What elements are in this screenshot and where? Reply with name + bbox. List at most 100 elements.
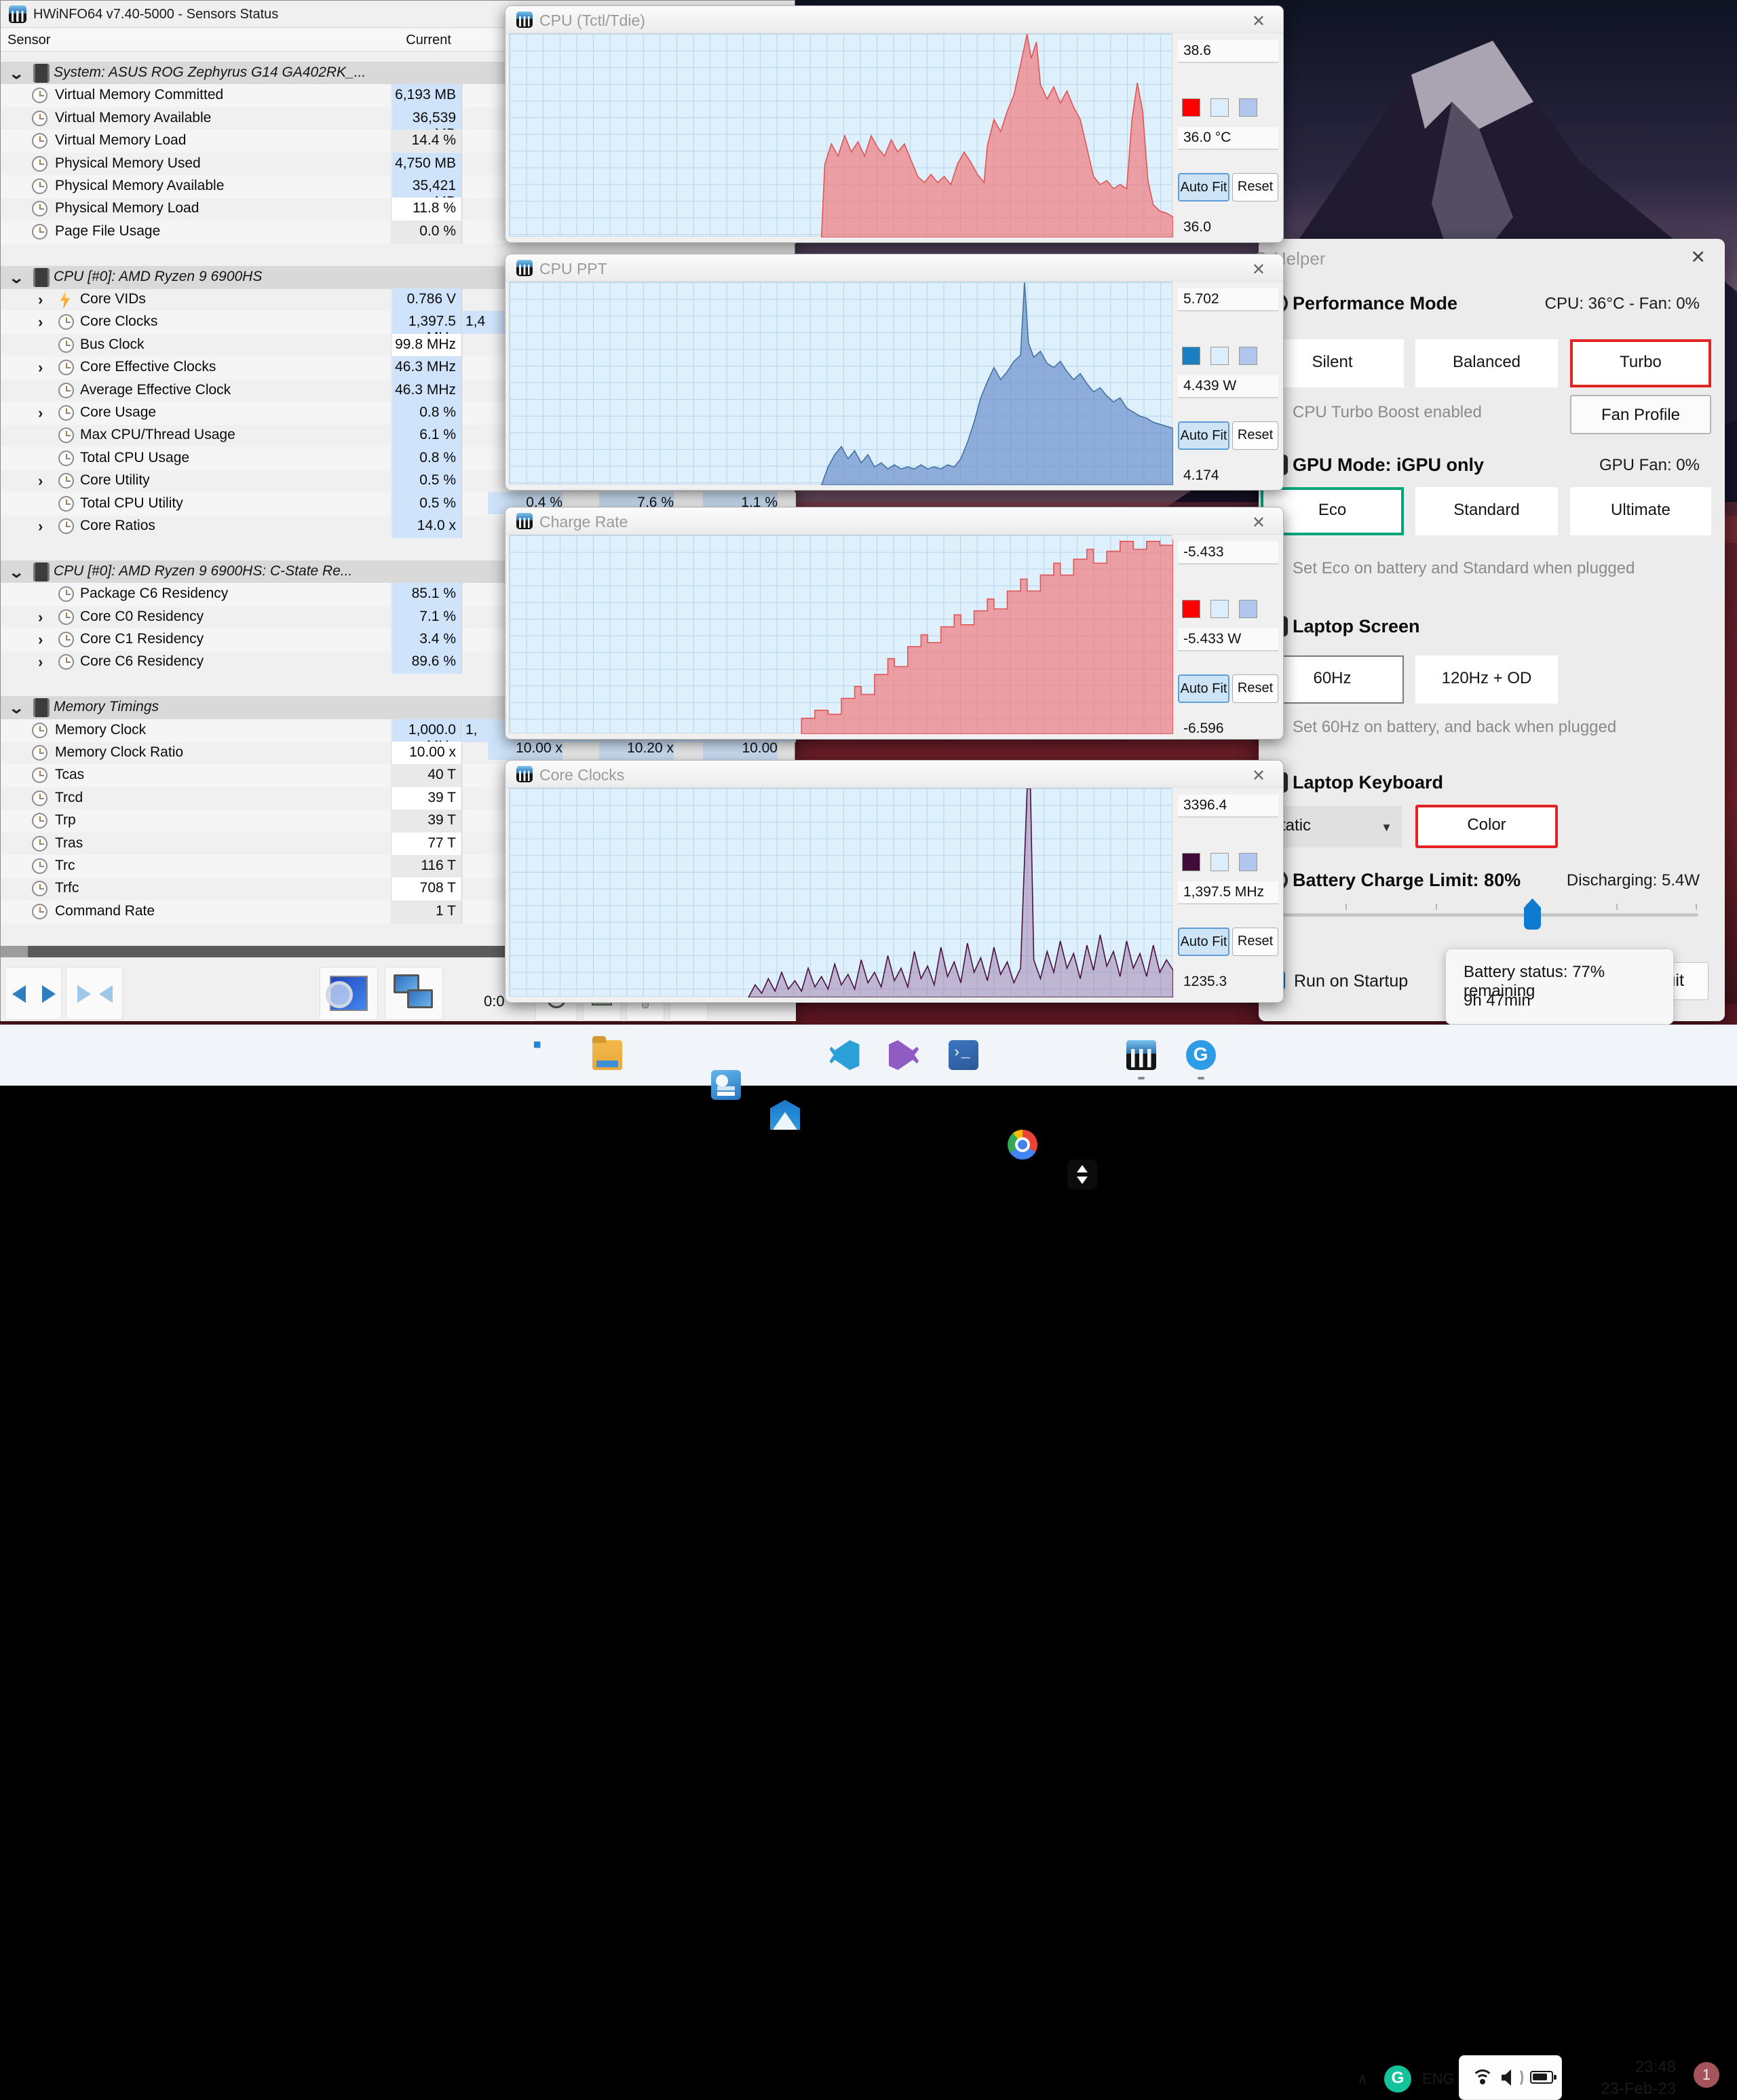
- chevron-down-icon[interactable]: ⌄: [8, 269, 24, 287]
- sensor-current-value: 14.4 %: [392, 130, 462, 153]
- tray-clock-date[interactable]: 23-Feb-23: [1588, 2080, 1676, 2099]
- series-color-swatch[interactable]: [1182, 853, 1200, 871]
- grid-color-swatch[interactable]: [1239, 600, 1257, 618]
- notification-badge[interactable]: 1: [1694, 2062, 1719, 2088]
- close-icon[interactable]: ✕: [1252, 260, 1265, 280]
- system-tray-group[interactable]: [1459, 2055, 1562, 2100]
- column-header-sensor[interactable]: Sensor: [7, 33, 50, 48]
- background-color-swatch[interactable]: [1210, 98, 1229, 117]
- taskbar-icon-gear[interactable]: [651, 1040, 681, 1070]
- grid-color-swatch[interactable]: [1239, 853, 1257, 871]
- series-color-swatch[interactable]: [1182, 600, 1200, 618]
- close-icon[interactable]: ✕: [1252, 766, 1265, 786]
- auto-fit-button[interactable]: Auto Fit: [1178, 928, 1229, 956]
- sensor-current-value: 0.5 %: [392, 470, 462, 493]
- background-color-swatch[interactable]: [1210, 347, 1229, 365]
- chevron-down-icon[interactable]: ⌄: [8, 564, 24, 581]
- sensor-label: Core C0 Residency: [80, 608, 204, 624]
- background-color-swatch[interactable]: [1210, 853, 1229, 871]
- chevron-right-icon[interactable]: ›: [38, 518, 43, 535]
- reset-button[interactable]: Reset: [1232, 928, 1278, 956]
- ultimate-button[interactable]: Ultimate: [1570, 487, 1711, 535]
- language-indicator[interactable]: ENG: [1422, 2070, 1455, 2088]
- taskbar-icon-start[interactable]: [534, 1042, 541, 1048]
- chevron-down-icon[interactable]: ⌄: [8, 65, 24, 83]
- chevron-down-icon[interactable]: ⌄: [8, 700, 24, 717]
- graph-title: Core Clocks: [539, 766, 625, 784]
- chevron-right-icon[interactable]: ›: [38, 313, 43, 331]
- sensor-label: Virtual Memory Committed: [55, 87, 224, 103]
- sensor-label: Core Ratios: [80, 518, 155, 533]
- sensor-label: Trp: [55, 812, 76, 828]
- discharge-status: Discharging: 5.4W: [1566, 871, 1700, 890]
- taskbar-icon-folder[interactable]: [592, 1036, 622, 1070]
- slider-handle[interactable]: [1524, 898, 1541, 930]
- tray-clock-time[interactable]: 23:48: [1601, 2058, 1676, 2077]
- close-icon[interactable]: ✕: [1252, 513, 1265, 533]
- sensor-name-cell: Trc: [1, 855, 392, 878]
- reset-button[interactable]: Reset: [1232, 173, 1278, 202]
- graph-current-value: 1,397.5 MHz: [1178, 881, 1278, 904]
- battery-limit-slider[interactable]: [1264, 898, 1698, 930]
- taskbar-icon-vscode[interactable]: [829, 1040, 860, 1070]
- standard-button[interactable]: Standard: [1415, 487, 1558, 535]
- close-icon[interactable]: ✕: [1690, 247, 1706, 268]
- remote-monitor-button[interactable]: [385, 967, 443, 1020]
- clock-sensor-icon: [58, 609, 74, 625]
- auto-fit-button[interactable]: Auto Fit: [1178, 173, 1229, 202]
- color-button[interactable]: Color: [1415, 805, 1558, 848]
- chevron-right-icon[interactable]: ›: [38, 631, 43, 649]
- chevron-right-icon[interactable]: ›: [38, 472, 43, 490]
- taskbar-icon-chrome[interactable]: [1008, 1130, 1037, 1160]
- series-color-swatch[interactable]: [1182, 98, 1200, 117]
- chevron-right-icon[interactable]: ›: [38, 291, 43, 309]
- close-icon[interactable]: ✕: [1252, 12, 1265, 31]
- sensor-name-cell: Physical Memory Available: [1, 175, 392, 198]
- sensor-name-cell: Total CPU Usage: [1, 446, 392, 470]
- sensor-name-cell: › Core Effective Clocks: [1, 356, 392, 380]
- grid-color-swatch[interactable]: [1239, 98, 1257, 117]
- graph-titlebar[interactable]: CPU PPT ✕: [505, 254, 1283, 282]
- chevron-right-icon[interactable]: ›: [38, 653, 43, 671]
- chevron-right-icon[interactable]: ›: [38, 359, 43, 377]
- tray-chevron-up-icon[interactable]: ∧: [1357, 2070, 1368, 2088]
- chevron-right-icon[interactable]: ›: [38, 404, 43, 422]
- column-header-current[interactable]: Current: [406, 33, 451, 48]
- toolbar-clock: 0:0: [484, 993, 505, 1010]
- grammarly-tray-icon[interactable]: G: [1384, 2065, 1411, 2093]
- sensor-current-value: 116 T: [392, 855, 462, 878]
- hwinfo-app-icon: [516, 513, 533, 529]
- sensor-name-cell: Tcas: [1, 764, 392, 788]
- sensor-name-cell: Physical Memory Load: [1, 197, 392, 221]
- reset-button[interactable]: Reset: [1232, 421, 1278, 450]
- auto-fit-button[interactable]: Auto Fit: [1178, 421, 1229, 450]
- reset-button[interactable]: Reset: [1232, 674, 1278, 703]
- series-color-swatch[interactable]: [1182, 347, 1200, 365]
- screen-capture-button[interactable]: [320, 967, 378, 1020]
- chevron-right-icon[interactable]: ›: [38, 609, 43, 626]
- taskbar-icon-vs[interactable]: [889, 1040, 919, 1070]
- graph-titlebar[interactable]: Core Clocks ✕: [505, 761, 1283, 788]
- refresh-120hz-button[interactable]: 120Hz + OD: [1415, 655, 1558, 704]
- graph-side-panel: 5.702 4.439 W Auto Fit Reset 4.174: [1172, 282, 1283, 490]
- taskbar-icon-ghelper[interactable]: G: [1185, 1040, 1216, 1070]
- collapse-columns-button[interactable]: [66, 967, 123, 1020]
- graph-titlebar[interactable]: Charge Rate ✕: [505, 508, 1283, 535]
- graph-max-value: 38.6: [1178, 40, 1278, 63]
- taskbar-icon-mail[interactable]: [770, 1100, 800, 1130]
- fan-profile-button[interactable]: Fan Profile: [1570, 395, 1711, 434]
- turbo-button[interactable]: Turbo: [1570, 339, 1711, 387]
- sensor-label: Trc: [55, 858, 75, 873]
- taskbar-icon-hwinfo[interactable]: [1126, 1040, 1156, 1070]
- taskbar-icon-chartapp[interactable]: [710, 1070, 741, 1100]
- sensor-current-value: 6.1 %: [392, 424, 462, 448]
- grid-color-swatch[interactable]: [1239, 347, 1257, 365]
- graph-titlebar[interactable]: CPU (Tctl/Tdie) ✕: [505, 6, 1283, 33]
- balanced-button[interactable]: Balanced: [1415, 339, 1558, 387]
- taskbar-icon-pwsh[interactable]: ›_: [948, 1040, 978, 1070]
- auto-fit-button[interactable]: Auto Fit: [1178, 674, 1229, 703]
- expand-columns-button[interactable]: [5, 967, 62, 1020]
- sensor-label: Package C6 Residency: [80, 586, 229, 602]
- taskbar-icon-blackapp[interactable]: [1067, 1160, 1097, 1189]
- background-color-swatch[interactable]: [1210, 600, 1229, 618]
